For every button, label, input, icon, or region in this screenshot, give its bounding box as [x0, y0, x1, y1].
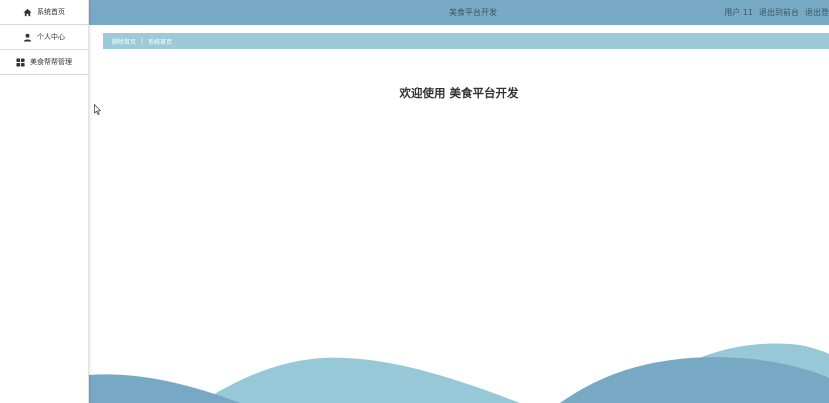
decorative-waves: [89, 343, 829, 403]
header-actions: 用户 11 退出到前台 退出登: [724, 0, 829, 25]
breadcrumb-home[interactable]: 删除首页: [112, 37, 136, 46]
breadcrumb: 删除首页 | 系统首页: [103, 33, 829, 49]
sidebar-item-profile[interactable]: 个人中心: [0, 25, 88, 50]
sidebar-item-food-management[interactable]: 美食帮帮管理: [0, 50, 88, 75]
breadcrumb-current: 系统首页: [148, 38, 173, 46]
logout-link[interactable]: 退出登: [805, 0, 829, 25]
sidebar-item-label: 系统首页: [37, 8, 65, 16]
wave-light-left: [200, 357, 520, 403]
sidebar-item-home[interactable]: 系统首页: [0, 0, 88, 25]
welcome-heading: 欢迎使用 美食平台开发: [399, 86, 519, 100]
back-to-front-link[interactable]: 退出到前台: [759, 0, 799, 25]
app-title: 美食平台开发: [449, 8, 497, 17]
user-icon: [23, 33, 32, 42]
sidebar: 系统首页 个人中心 美食帮帮管理: [0, 0, 89, 403]
app-root: 系统首页 个人中心 美食帮帮管理 美食平台开发 用户 11 退出到前台 退出登 …: [0, 0, 829, 403]
wave-dark-left: [89, 374, 240, 403]
breadcrumb-separator: |: [141, 37, 144, 45]
user-label: 用户 11: [724, 8, 753, 17]
home-icon: [23, 8, 32, 17]
sidebar-item-label: 美食帮帮管理: [30, 58, 72, 66]
mouse-cursor-icon: [94, 104, 101, 115]
sidebar-item-label: 个人中心: [37, 33, 65, 41]
top-header: 美食平台开发 用户 11 退出到前台 退出登: [89, 0, 829, 25]
grid-icon: [16, 57, 25, 67]
